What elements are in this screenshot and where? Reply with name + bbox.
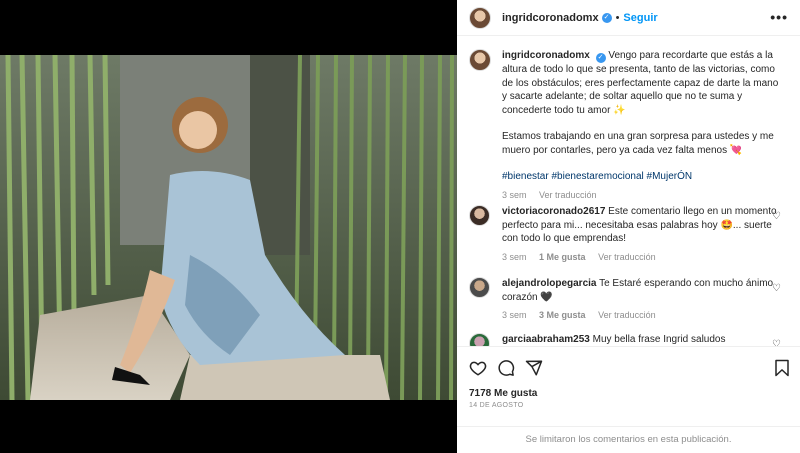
commenter-avatar[interactable] [469,333,490,346]
commenter-avatar[interactable] [469,277,490,298]
caption-username[interactable]: ingridcoronadomx [502,50,590,61]
bookmark-icon[interactable] [774,359,790,377]
heart-icon[interactable]: ♡ [772,283,781,294]
comment-translate-link[interactable]: Ver traducción [598,310,656,320]
comment-text: Muy bella frase Ingrid saludos [592,334,726,345]
verified-icon: ✓ [601,12,612,23]
author-avatar[interactable] [469,6,491,29]
commenter-username[interactable]: victoriacoronado2617 [502,206,605,217]
post-photo[interactable] [0,55,457,400]
comments-limited-notice: Se limitaron los comentarios en esta pub… [525,434,732,445]
caption-translate-link[interactable]: Ver traducción [539,190,597,200]
separator-dot: • [615,11,620,24]
comment-time[interactable]: 3 sem [502,310,527,320]
comment-meta: 3 sem 1 Me gusta Ver traducción [502,251,784,265]
post-header: ingridcoronadomx ✓ • Seguir ••• [457,0,800,36]
author-username[interactable]: ingridcoronadomx [502,12,599,24]
comment-body: garciaabraham253 Muy bella frase Ingrid … [502,333,784,346]
more-icon[interactable]: ••• [770,9,788,25]
share-icon[interactable] [525,359,543,377]
comments-list[interactable]: ingridcoronadomx ✓ Vengo para recordarte… [457,37,800,346]
post-date[interactable]: 14 DE AGOSTO [469,402,523,409]
caption-body: ingridcoronadomx ✓ Vengo para recordarte… [502,49,784,202]
comment-icon[interactable] [497,359,515,377]
comment-body: victoriacoronado2617 Este comentario lle… [502,205,784,264]
commenter-username[interactable]: garciaabraham253 [502,334,590,345]
comment-translate-link[interactable]: Ver traducción [598,252,656,262]
caption-meta: 3 sem Ver traducción [502,189,784,203]
commenter-username[interactable]: alejandrolopegarcia [502,278,596,289]
post-photo-image [0,55,457,400]
heart-icon[interactable]: ♡ [772,339,781,346]
heart-icon[interactable] [469,359,487,377]
follow-button[interactable]: Seguir [623,12,657,24]
comment-likes[interactable]: 1 Me gusta [539,252,586,262]
comment-time[interactable]: 3 sem [502,252,527,262]
heart-icon[interactable]: ♡ [772,211,781,222]
caption-time[interactable]: 3 sem [502,190,527,200]
post-media [0,0,457,453]
comment-body: alejandrolopegarcia Te Estaré esperando … [502,277,784,323]
comment-meta: 3 sem 3 Me gusta Ver traducción [502,309,784,323]
comments-limited-footer: Se limitaron los comentarios en esta pub… [457,426,800,453]
likes-count[interactable]: 7178 Me gusta [469,388,537,399]
caption-avatar[interactable] [469,49,491,71]
post-side-panel: ingridcoronadomx ✓ • Seguir ••• ingridco… [457,0,800,453]
caption-text-2: Estamos trabajando en una gran sorpresa … [502,131,774,156]
post-actions: 7178 Me gusta 14 DE AGOSTO [457,346,800,426]
comment-likes[interactable]: 3 Me gusta [539,310,586,320]
action-icons [469,359,543,377]
commenter-avatar[interactable] [469,205,490,226]
caption-hashtags[interactable]: #bienestar #bienestaremocional #MujerÓN [502,170,784,184]
verified-icon: ✓ [595,53,606,63]
